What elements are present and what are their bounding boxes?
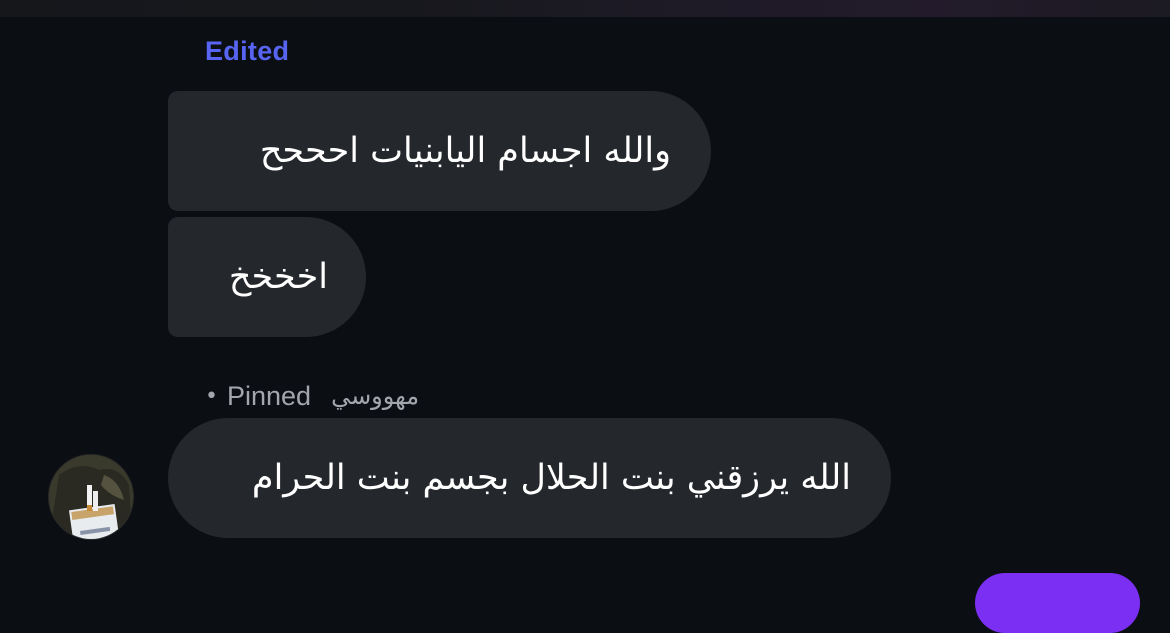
send-button[interactable] xyxy=(975,573,1140,633)
message-bubble[interactable]: والله اجسام اليابنيات احححح xyxy=(168,91,711,211)
message-text: والله اجسام اليابنيات احححح xyxy=(259,131,671,171)
edited-label: Edited xyxy=(205,36,290,66)
pinned-label: Pinned xyxy=(226,380,312,411)
avatar-image-icon xyxy=(49,455,133,539)
message-text: الله يرزقني بنت الحلال بجسم بنت الحرام xyxy=(251,458,851,498)
author-name[interactable]: مهووسي xyxy=(331,382,419,410)
top-bar xyxy=(0,0,1170,17)
message-bubble[interactable]: اخخخخ xyxy=(168,217,366,337)
separator-dot: • xyxy=(205,383,218,409)
message-text: اخخخخ xyxy=(228,257,328,297)
message-meta: • Pinned مهووسي xyxy=(205,376,419,416)
avatar[interactable] xyxy=(48,454,134,540)
pinned-message-bubble[interactable]: الله يرزقني بنت الحلال بجسم بنت الحرام xyxy=(168,418,891,538)
